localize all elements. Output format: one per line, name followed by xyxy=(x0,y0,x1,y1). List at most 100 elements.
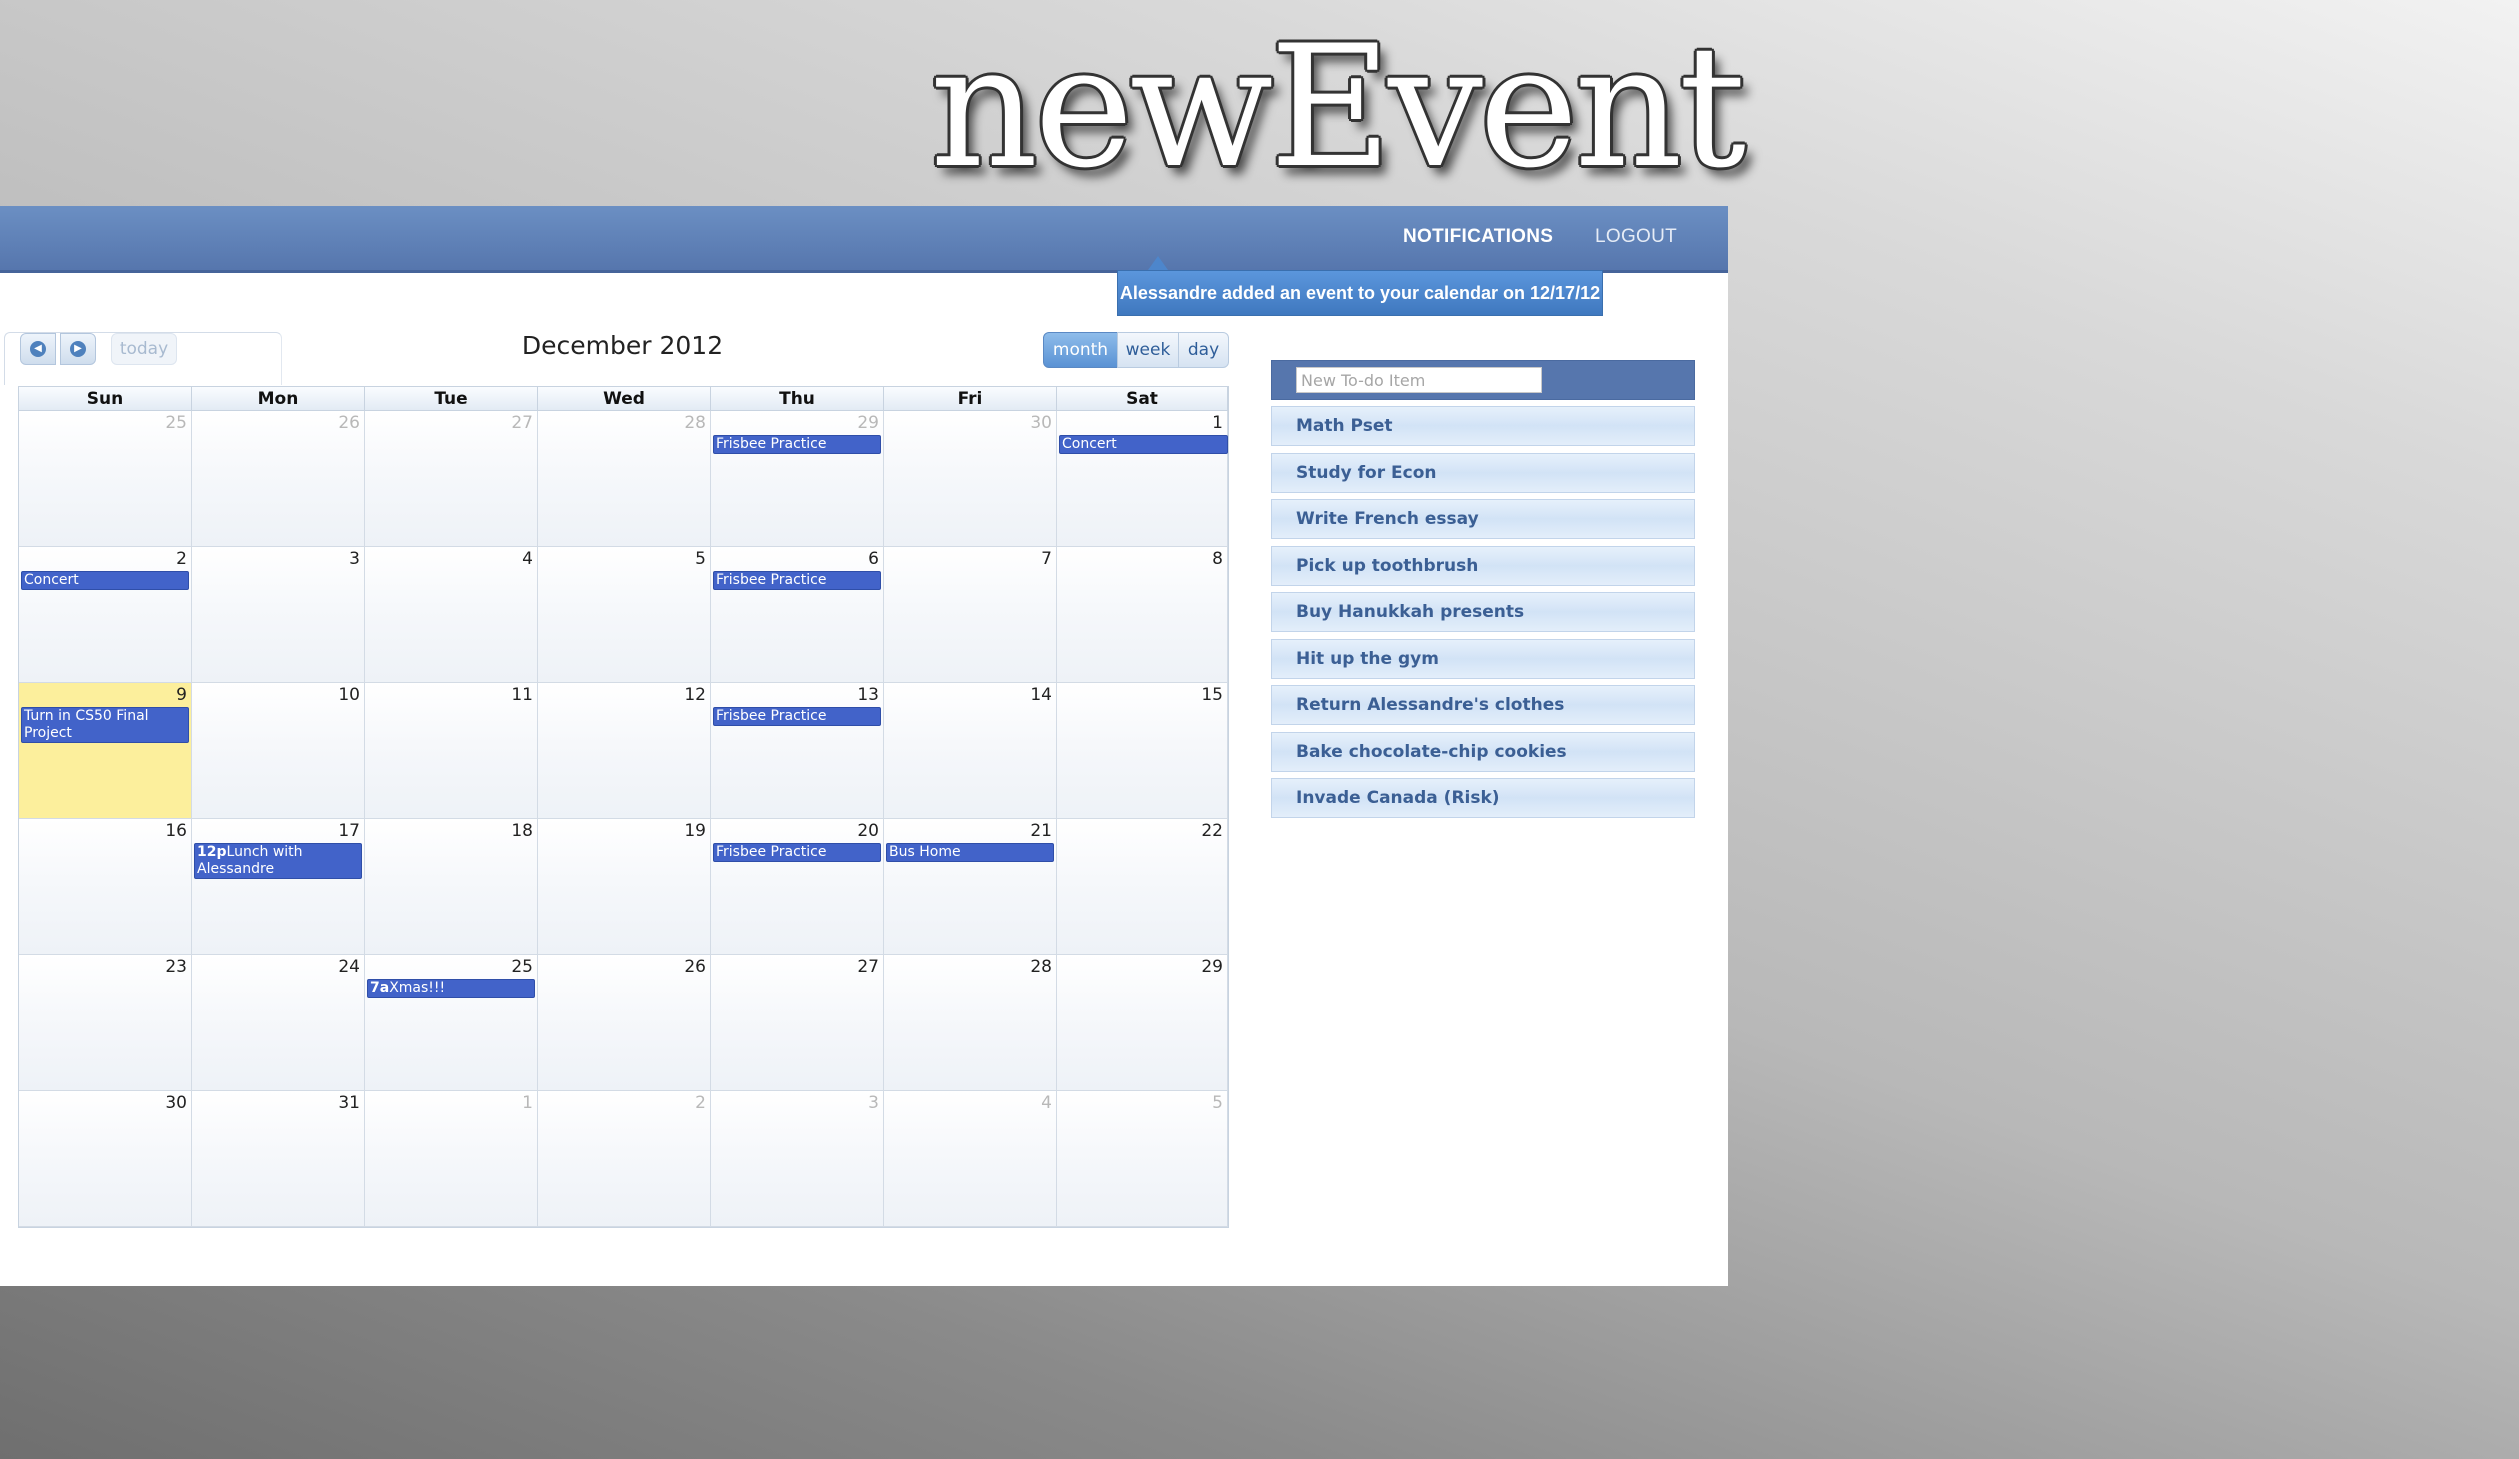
calendar-event[interactable]: Frisbee Practice xyxy=(713,571,881,590)
day-number: 5 xyxy=(695,549,706,569)
day-cell[interactable]: 1 xyxy=(365,1091,538,1227)
day-cell[interactable]: 18 xyxy=(365,819,538,955)
day-cell[interactable]: 29 xyxy=(1057,955,1228,1091)
day-cell[interactable]: 2 Concert xyxy=(19,547,192,683)
day-number: 16 xyxy=(165,821,187,841)
weekday-header: Sun xyxy=(19,387,192,411)
day-cell[interactable]: 20 Frisbee Practice xyxy=(711,819,884,955)
day-cell[interactable]: 30 xyxy=(19,1091,192,1227)
todo-item[interactable]: Math Pset xyxy=(1271,406,1695,446)
calendar-event[interactable]: 12pLunch with Alessandre xyxy=(194,843,362,879)
weekday-header: Sat xyxy=(1057,387,1228,411)
day-cell[interactable]: 5 xyxy=(1057,1091,1228,1227)
calendar-event[interactable]: Bus Home xyxy=(886,843,1054,862)
day-cell[interactable]: 31 xyxy=(192,1091,365,1227)
day-number: 2 xyxy=(176,549,187,569)
day-number: 25 xyxy=(165,413,187,433)
event-title: Concert xyxy=(24,572,79,588)
event-time: 12p xyxy=(197,844,227,860)
day-cell[interactable]: 8 xyxy=(1057,547,1228,683)
todo-item[interactable]: Invade Canada (Risk) xyxy=(1271,778,1695,818)
day-cell[interactable]: 6 Frisbee Practice xyxy=(711,547,884,683)
todo-item[interactable]: Buy Hanukkah presents xyxy=(1271,592,1695,632)
todo-item[interactable]: Return Alessandre's clothes xyxy=(1271,685,1695,725)
day-cell[interactable]: 19 xyxy=(538,819,711,955)
calendar-event[interactable]: Frisbee Practice xyxy=(713,707,881,726)
day-number: 30 xyxy=(165,1093,187,1113)
calendar-event[interactable]: Frisbee Practice xyxy=(713,843,881,862)
day-cell[interactable]: 28 xyxy=(538,411,711,547)
chevron-left-icon: ◀ xyxy=(30,341,46,357)
day-number: 7 xyxy=(1041,549,1052,569)
day-cell[interactable]: 7 xyxy=(884,547,1057,683)
new-todo-input[interactable] xyxy=(1296,367,1542,393)
todo-item[interactable]: Pick up toothbrush xyxy=(1271,546,1695,586)
day-cell[interactable]: 11 xyxy=(365,683,538,819)
prev-month-button[interactable]: ◀ xyxy=(20,333,56,365)
month-view-button[interactable]: month xyxy=(1043,332,1118,368)
day-number: 27 xyxy=(857,957,879,977)
day-cell[interactable]: 30 xyxy=(884,411,1057,547)
logout-link[interactable]: LOGOUT xyxy=(1595,226,1677,248)
day-cell[interactable]: 3 xyxy=(711,1091,884,1227)
todo-item[interactable]: Bake chocolate-chip cookies xyxy=(1271,732,1695,772)
todo-item[interactable]: Write French essay xyxy=(1271,499,1695,539)
day-cell[interactable]: 16 xyxy=(19,819,192,955)
day-cell[interactable]: 2 xyxy=(538,1091,711,1227)
day-cell[interactable]: 25 7aXmas!!! xyxy=(365,955,538,1091)
today-button[interactable]: today xyxy=(111,333,177,365)
day-cell[interactable]: 15 xyxy=(1057,683,1228,819)
day-cell[interactable]: 10 xyxy=(192,683,365,819)
calendar-event[interactable]: Turn in CS50 Final Project xyxy=(21,707,189,743)
day-cell[interactable]: 1 Concert xyxy=(1057,411,1228,547)
day-cell[interactable]: 21 Bus Home xyxy=(884,819,1057,955)
day-cell[interactable]: 14 xyxy=(884,683,1057,819)
day-number: 26 xyxy=(338,413,360,433)
notification-popup[interactable]: Alessandre added an event to your calend… xyxy=(1117,270,1603,316)
day-number: 5 xyxy=(1212,1093,1223,1113)
todo-header xyxy=(1271,360,1695,400)
day-cell[interactable]: 22 xyxy=(1057,819,1228,955)
weekday-header: Tue xyxy=(365,387,538,411)
day-cell[interactable]: 27 xyxy=(711,955,884,1091)
day-cell[interactable]: 13 Frisbee Practice xyxy=(711,683,884,819)
day-number: 14 xyxy=(1030,685,1052,705)
day-number: 26 xyxy=(684,957,706,977)
week-view-button[interactable]: week xyxy=(1117,332,1179,368)
day-number: 4 xyxy=(1041,1093,1052,1113)
next-month-button[interactable]: ▶ xyxy=(60,333,96,365)
day-cell[interactable]: 4 xyxy=(884,1091,1057,1227)
day-cell[interactable]: 28 xyxy=(884,955,1057,1091)
day-number: 3 xyxy=(349,549,360,569)
day-number: 13 xyxy=(857,685,879,705)
day-cell[interactable]: 26 xyxy=(538,955,711,1091)
calendar-event[interactable]: Concert xyxy=(21,571,189,590)
day-cell[interactable]: 17 12pLunch with Alessandre xyxy=(192,819,365,955)
day-cell-today[interactable]: 9 Turn in CS50 Final Project xyxy=(19,683,192,819)
day-number: 4 xyxy=(522,549,533,569)
day-cell[interactable]: 5 xyxy=(538,547,711,683)
calendar-event[interactable]: 7aXmas!!! xyxy=(367,979,535,998)
day-number: 15 xyxy=(1201,685,1223,705)
day-number: 12 xyxy=(684,685,706,705)
day-cell[interactable]: 29 Frisbee Practice xyxy=(711,411,884,547)
notifications-link[interactable]: NOTIFICATIONS xyxy=(1403,226,1553,248)
calendar-event[interactable]: Concert xyxy=(1059,435,1228,454)
day-cell[interactable]: 12 xyxy=(538,683,711,819)
day-cell[interactable]: 25 xyxy=(19,411,192,547)
todo-item[interactable]: Study for Econ xyxy=(1271,453,1695,493)
day-view-button[interactable]: day xyxy=(1178,332,1229,368)
day-cell[interactable]: 23 xyxy=(19,955,192,1091)
day-cell[interactable]: 24 xyxy=(192,955,365,1091)
day-cell[interactable]: 4 xyxy=(365,547,538,683)
day-cell[interactable]: 3 xyxy=(192,547,365,683)
day-number: 20 xyxy=(857,821,879,841)
day-number: 29 xyxy=(1201,957,1223,977)
todo-item[interactable]: Hit up the gym xyxy=(1271,639,1695,679)
day-number: 18 xyxy=(511,821,533,841)
calendar-event[interactable]: Frisbee Practice xyxy=(713,435,881,454)
weekday-header: Mon xyxy=(192,387,365,411)
event-title: Frisbee Practice xyxy=(716,572,827,588)
day-cell[interactable]: 27 xyxy=(365,411,538,547)
day-cell[interactable]: 26 xyxy=(192,411,365,547)
